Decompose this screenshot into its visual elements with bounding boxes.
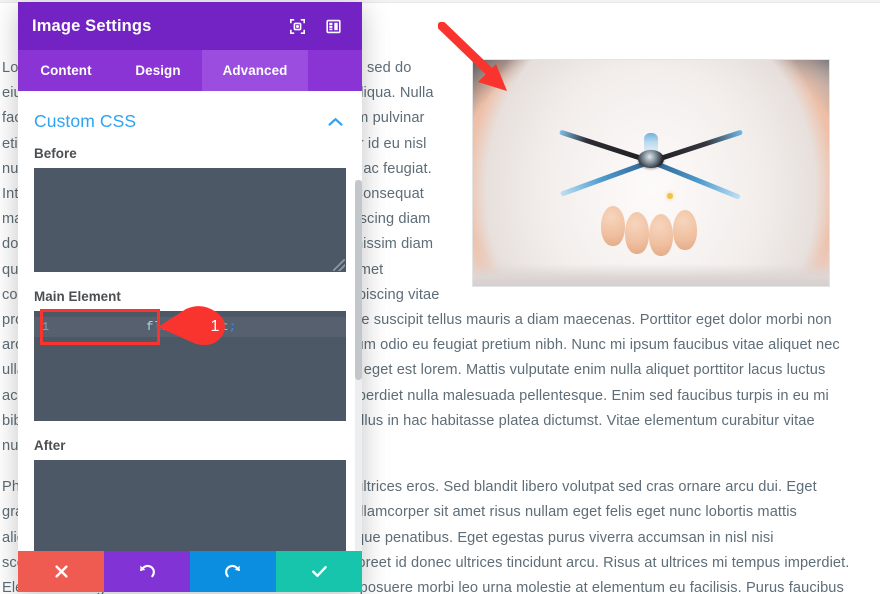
- annotation-callout-1: 1: [156, 306, 246, 348]
- code-line-number: 1: [42, 320, 49, 334]
- tab-content[interactable]: Content: [18, 50, 114, 91]
- focus-view-icon[interactable]: [284, 13, 310, 39]
- article-image[interactable]: [472, 59, 830, 287]
- cancel-button[interactable]: [18, 551, 104, 592]
- drone-photo: [473, 60, 829, 286]
- after-css-textarea[interactable]: [34, 460, 346, 551]
- annotation-arrow-icon: [437, 21, 524, 100]
- undo-button[interactable]: [104, 551, 190, 592]
- modal-scrollbar-thumb[interactable]: [355, 180, 362, 380]
- before-css-textarea[interactable]: [34, 168, 346, 272]
- redo-button[interactable]: [190, 551, 276, 592]
- check-icon: [311, 566, 327, 577]
- screenshot-root: Lorem ipsum dolor sit amet, consectetur …: [0, 0, 880, 594]
- modal-tabs: Content Design Advanced: [18, 50, 362, 91]
- tab-design[interactable]: Design: [114, 50, 202, 91]
- redo-icon: [225, 564, 241, 577]
- field-label-main-element: Main Element: [34, 289, 121, 304]
- custom-css-section-header[interactable]: Custom CSS: [34, 111, 346, 132]
- image-settings-modal: Image Settings Content Design Advanced C…: [18, 2, 362, 592]
- modal-header: Image Settings: [18, 2, 362, 50]
- field-label-before: Before: [34, 146, 77, 161]
- modal-scrollbar[interactable]: [355, 180, 362, 551]
- tab-advanced[interactable]: Advanced: [202, 50, 308, 91]
- undo-icon: [139, 564, 155, 577]
- layout-panel-icon[interactable]: [320, 13, 346, 39]
- chevron-up-icon[interactable]: [324, 113, 346, 131]
- field-label-after: After: [34, 438, 66, 453]
- modal-title: Image Settings: [32, 16, 152, 35]
- close-icon: [54, 565, 68, 578]
- save-button[interactable]: [276, 551, 362, 592]
- section-title: Custom CSS: [34, 111, 137, 131]
- modal-footer: [18, 551, 362, 592]
- annotation-callout-number: 1: [210, 318, 220, 335]
- tabs-filler: [308, 50, 362, 91]
